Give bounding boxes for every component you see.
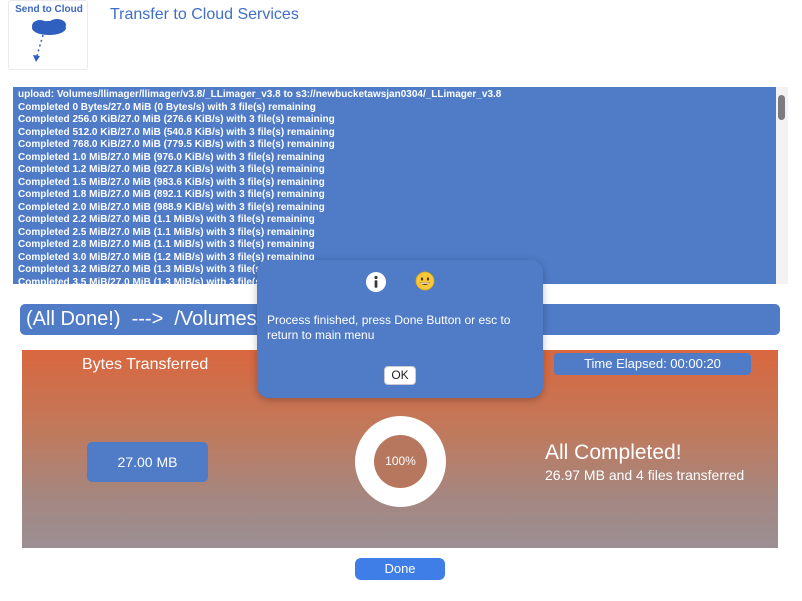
log-line: Completed 512.0 KiB/27.0 MiB (540.8 KiB/… — [18, 126, 335, 138]
dialog-message: Process finished, press Done Button or e… — [267, 313, 511, 342]
info-icon — [366, 272, 386, 292]
status-text: (All Done!) ---> /Volumes/ — [26, 308, 263, 330]
transfer-log[interactable]: upload: Volumes/llimager/llimager/v3.8/_… — [13, 87, 776, 284]
completed-subtitle: 26.97 MB and 4 files transferred — [545, 467, 745, 483]
progress-ring: 100% — [355, 416, 446, 507]
cloud-upload-icon — [32, 19, 66, 62]
log-line: Completed 2.8 MiB/27.0 MiB (1.1 MiB/s) w… — [18, 239, 315, 250]
completion-dialog: Process finished, press Done Button or e… — [257, 260, 543, 398]
log-line: Completed 256.0 KiB/27.0 MiB (276.6 KiB/… — [18, 114, 335, 125]
done-button[interactable]: Done — [355, 558, 445, 580]
log-line: Completed 768.0 KiB/27.0 MiB (779.5 KiB/… — [18, 139, 335, 150]
log-line: upload: Volumes/llimager/llimager/v3.8/_… — [18, 89, 502, 100]
log-line: Completed 1.0 MiB/27.0 MiB (976.0 KiB/s)… — [18, 151, 325, 163]
grinning-face-icon — [415, 271, 435, 291]
log-line: Completed 0 Bytes/27.0 MiB (0 Bytes/s) w… — [18, 101, 316, 113]
completed-title: All Completed! — [545, 441, 682, 464]
size-value-box: 27.00 MB — [87, 442, 208, 482]
log-line: Completed 2.5 MiB/27.0 MiB (1.1 MiB/s) w… — [18, 226, 315, 238]
window-title: Transfer to Cloud Services — [110, 6, 299, 23]
progress-percent: 100% — [374, 435, 427, 488]
log-line: Completed 1.2 MiB/27.0 MiB (927.8 KiB/s)… — [18, 164, 325, 175]
log-line: Completed 2.0 MiB/27.0 MiB (988.9 KiB/s)… — [18, 201, 325, 213]
log-line: Completed 1.5 MiB/27.0 MiB (983.6 KiB/s)… — [18, 176, 325, 188]
time-elapsed-box: Time Elapsed: 00:00:20 — [554, 353, 751, 375]
log-line: Completed 2.2 MiB/27.0 MiB (1.1 MiB/s) w… — [18, 214, 315, 225]
app-logo: Send to Cloud — [8, 0, 88, 70]
log-scrollbar[interactable] — [776, 87, 788, 284]
log-scroll-thumb[interactable] — [778, 95, 785, 120]
transfer-window: Send to Cloud Transfer to Cloud Services… — [0, 0, 802, 601]
ok-button[interactable]: OK — [384, 366, 416, 385]
log-line: Completed 1.8 MiB/27.0 MiB (892.1 KiB/s)… — [18, 189, 325, 200]
bytes-transferred-label: Bytes Transferred — [82, 356, 209, 373]
